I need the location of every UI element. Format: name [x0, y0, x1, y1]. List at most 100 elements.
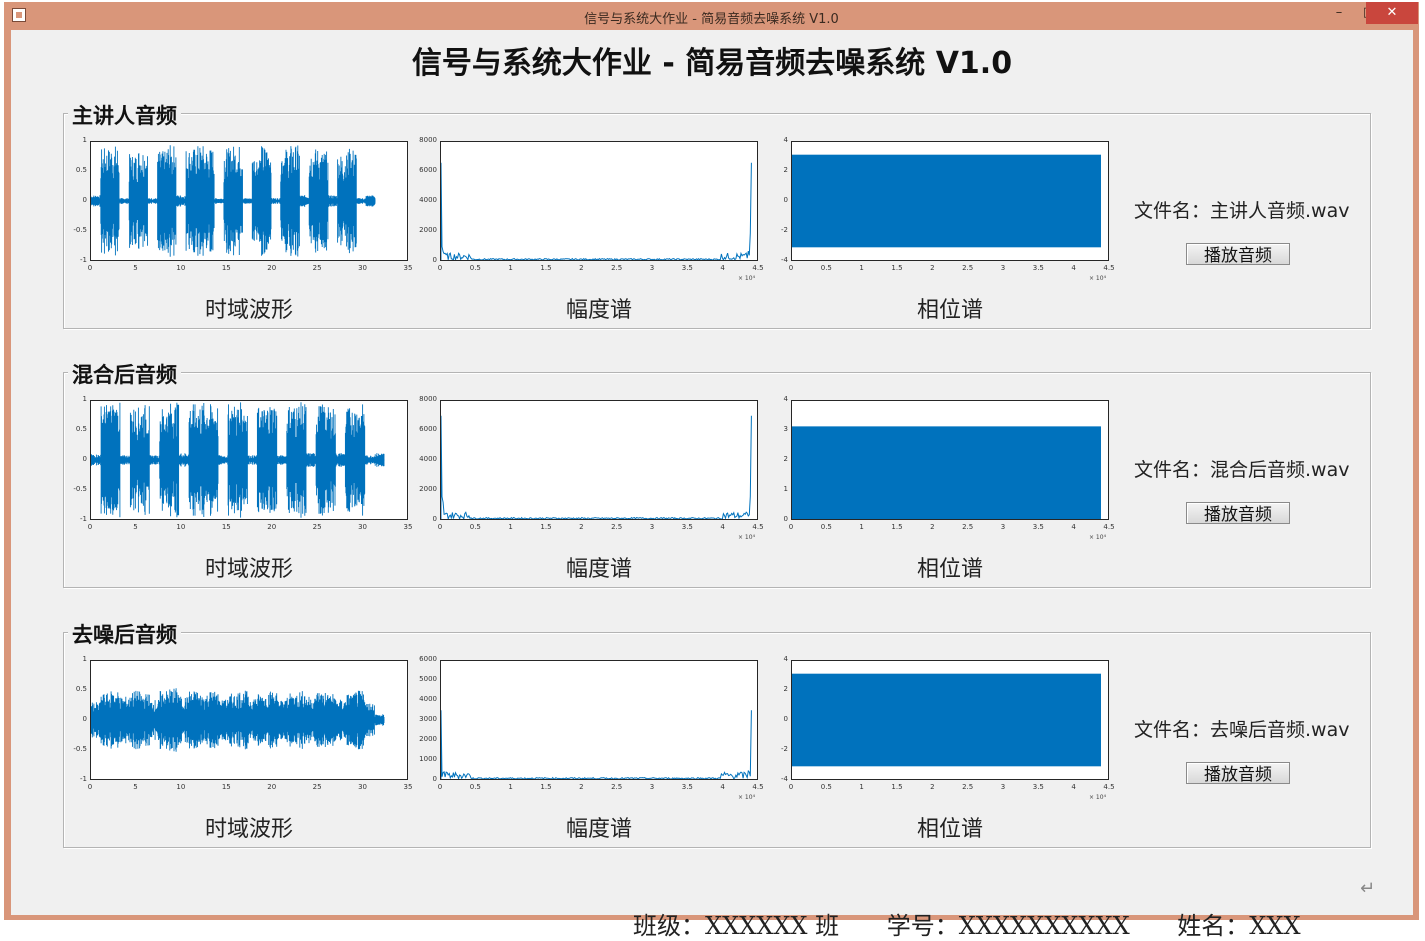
x-exponent-label: × 10⁴ [1089, 275, 1106, 282]
x-exponent-label: × 10⁴ [1089, 794, 1106, 801]
play-audio-button[interactable]: 播放音频 [1186, 502, 1290, 525]
plot-caption: 时域波形 [204, 557, 293, 582]
x-tick-label: 4.5 [1103, 523, 1115, 531]
y-tick-label: -0.5 [73, 485, 87, 493]
y-tick-label: 2000 [419, 226, 437, 234]
x-tick-label: 1 [508, 264, 513, 272]
y-tick-label: 4 [783, 655, 788, 663]
x-tick-label: 1 [859, 783, 864, 791]
x-tick-label: 0 [437, 264, 443, 272]
x-tick-label: 0.5 [469, 783, 481, 791]
y-tick-label: 1 [82, 136, 87, 144]
file-name-value: 混合后音频.wav [1210, 459, 1350, 481]
x-tick-label: 5 [133, 783, 138, 791]
y-tick-label: 2 [783, 685, 788, 693]
x-tick-label: 25 [312, 523, 322, 531]
x-tick-label: 0.5 [820, 523, 832, 531]
x-tick-label: 3 [1000, 783, 1006, 791]
x-tick-label: 1 [508, 783, 513, 791]
x-tick-label: 15 [221, 264, 231, 272]
phase-spectrum-plot [791, 400, 1109, 520]
x-tick-label: 20 [267, 264, 277, 272]
y-tick-label: 4000 [419, 695, 437, 703]
x-tick-label: 20 [267, 783, 277, 791]
audio-panel: 混合后音频 1 0.5 0 -0.5 -1 0 5 10 15 20 25 30 35 时域波形 8000 60… [63, 359, 1371, 588]
y-tick-label: 4000 [419, 455, 437, 463]
y-tick-label: 0 [432, 775, 437, 783]
x-tick-label: 35 [403, 783, 413, 791]
x-tick-label: 1 [859, 264, 864, 272]
y-tick-label: -4 [781, 256, 788, 264]
x-tick-label: 10 [176, 523, 186, 531]
y-tick-label: 1 [82, 655, 87, 663]
x-tick-label: 2.5 [611, 783, 623, 791]
file-label: 文件名： [1134, 200, 1211, 222]
panel-title: 去噪后音频 [68, 619, 181, 649]
phase-band [792, 154, 1101, 248]
x-tick-label: 3.5 [681, 264, 693, 272]
y-tick-label: 4 [783, 136, 788, 144]
x-tick-label: 15 [221, 783, 231, 791]
student-id-label: 学号：XXXXXXXXXX [886, 912, 1130, 940]
file-name-label: 文件名：主讲人音频.wav [1134, 196, 1349, 223]
plot-canvas [91, 402, 385, 518]
paragraph-mark-icon: ↵ [1360, 878, 1376, 899]
x-tick-label: 4 [1071, 523, 1076, 531]
x-tick-label: 2 [579, 264, 584, 272]
x-tick-label: 4.5 [752, 783, 764, 791]
panel-title: 混合后音频 [68, 359, 181, 389]
x-tick-label: 0.5 [820, 783, 832, 791]
x-tick-label: 30 [358, 783, 368, 791]
phase-band [792, 426, 1101, 519]
y-tick-label: 0 [783, 515, 788, 523]
x-tick-label: 1.5 [540, 264, 552, 272]
plot-canvas [91, 145, 376, 257]
minimize-button[interactable]: – [1324, 2, 1354, 24]
x-tick-label: 2 [930, 523, 935, 531]
figure-client-area: 信号与系统大作业 - 简易音频去噪系统 V1.0 主讲人音频 1 0.5 0 -0.5 -… [11, 30, 1413, 940]
y-tick-label: 0 [432, 515, 437, 523]
y-tick-label: 0 [82, 455, 87, 463]
plot-caption: 相位谱 [916, 298, 983, 323]
x-exponent-label: × 10⁴ [738, 275, 755, 282]
x-tick-label: 0 [87, 523, 93, 531]
x-tick-label: 0 [87, 264, 93, 272]
time-domain-plot [90, 400, 408, 520]
plot-canvas [792, 426, 1101, 519]
x-tick-label: 3.5 [681, 523, 693, 531]
x-tick-label: 2.5 [962, 783, 974, 791]
x-exponent-label: × 10⁴ [738, 794, 755, 801]
x-tick-label: 1.5 [891, 523, 903, 531]
phase-spectrum-plot [791, 141, 1109, 261]
y-tick-label: 6000 [419, 655, 437, 663]
x-tick-label: 3 [649, 523, 655, 531]
app-title: 信号与系统大作业 - 简易音频去噪系统 V1.0 [411, 46, 1013, 81]
y-tick-label: 3 [783, 425, 788, 433]
magnitude-series [441, 162, 752, 260]
file-name-label: 文件名：混合后音频.wav [1134, 455, 1349, 482]
plot-canvas [441, 415, 752, 519]
x-tick-label: 35 [403, 523, 413, 531]
y-tick-label: 4000 [419, 196, 437, 204]
x-tick-label: 4 [1071, 264, 1076, 272]
title-bar[interactable]: 信号与系统大作业 - 简易音频去噪系统 V1.0 – □ ✕ [4, 2, 1419, 30]
plot-canvas [91, 688, 385, 752]
x-tick-label: 30 [358, 523, 368, 531]
y-tick-label: 0 [783, 196, 788, 204]
phase-band [792, 673, 1101, 767]
y-tick-label: 6000 [419, 166, 437, 174]
plot-canvas [441, 162, 752, 260]
x-tick-label: 2.5 [611, 264, 623, 272]
x-tick-label: 2 [930, 264, 935, 272]
close-button[interactable]: ✕ [1366, 2, 1418, 24]
x-tick-label: 1 [859, 523, 864, 531]
x-tick-label: 10 [176, 783, 186, 791]
y-tick-label: -0.5 [73, 745, 87, 753]
plot-caption: 幅度谱 [565, 298, 632, 323]
file-name-label: 文件名：去噪后音频.wav [1134, 715, 1349, 742]
magnitude-series [441, 415, 752, 519]
y-tick-label: 2000 [419, 485, 437, 493]
x-tick-label: 0.5 [820, 264, 832, 272]
play-audio-button[interactable]: 播放音频 [1186, 762, 1290, 785]
play-audio-button[interactable]: 播放音频 [1186, 243, 1290, 266]
